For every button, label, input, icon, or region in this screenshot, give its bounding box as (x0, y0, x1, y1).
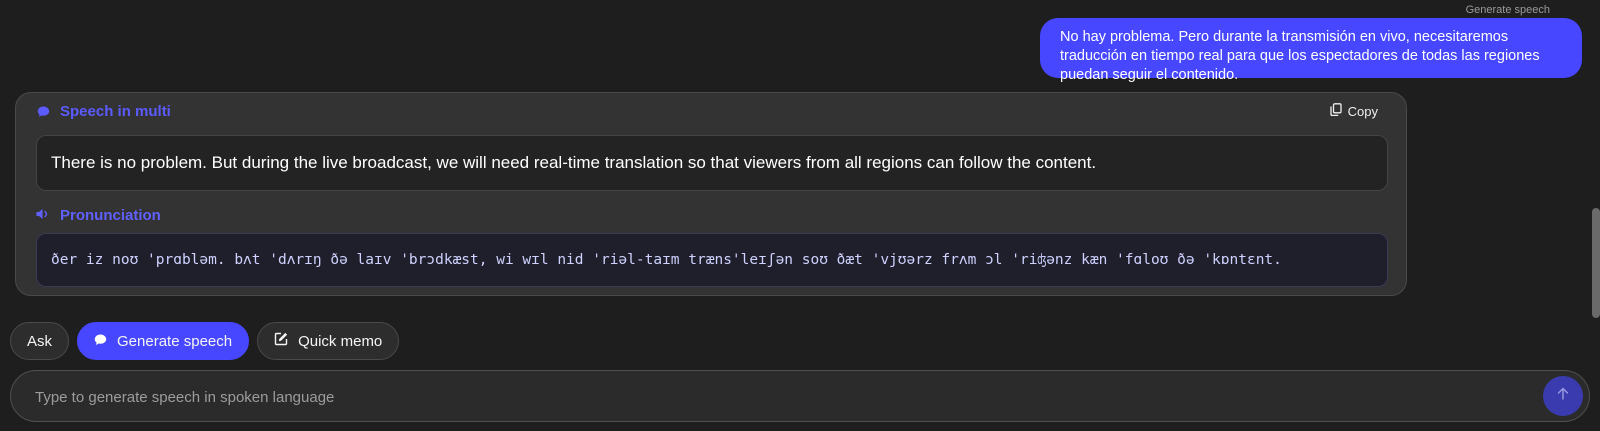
copy-icon (1329, 103, 1342, 119)
pronunciation-text: ðer iz noʊ 'prɑbləm. bʌt 'dʌrɪŋ ðə laɪv … (36, 233, 1388, 287)
chat-bubble-icon (94, 333, 107, 350)
chat-bubble-icon (36, 105, 50, 119)
speaker-icon (36, 207, 50, 224)
speech-card: Speech in multi Copy There is no problem… (15, 92, 1407, 296)
app-root: Generate speech No hay problema. Pero du… (0, 0, 1600, 431)
action-row: Ask Generate speech Quick memo (10, 322, 400, 360)
quick-memo-button[interactable]: Quick memo (257, 322, 400, 360)
arrow-up-icon (1557, 387, 1569, 405)
generate-speech-label: Generate speech (1465, 4, 1550, 16)
speech-input[interactable] (33, 371, 1507, 423)
speech-input-bar (10, 370, 1590, 423)
translation-text: There is no problem. But during the live… (36, 135, 1388, 191)
copy-label: Copy (1347, 103, 1378, 119)
copy-button[interactable]: Copy (1329, 103, 1378, 119)
speech-card-title: Speech in multi (60, 103, 171, 120)
pronunciation-header: Pronunciation (36, 207, 161, 224)
edit-icon (274, 332, 288, 350)
ask-button[interactable]: Ask (10, 322, 70, 360)
generate-speech-label: Generate speech (117, 332, 233, 350)
send-button[interactable] (1543, 376, 1583, 416)
user-message-bubble: No hay problema. Pero durante la transmi… (1040, 18, 1582, 83)
scrollbar[interactable] (1592, 208, 1600, 318)
speech-card-header: Speech in multi (36, 103, 171, 120)
pronunciation-title: Pronunciation (60, 207, 161, 224)
quick-memo-label: Quick memo (298, 332, 383, 350)
ask-label: Ask (27, 332, 53, 350)
generate-speech-button[interactable]: Generate speech (77, 322, 250, 360)
